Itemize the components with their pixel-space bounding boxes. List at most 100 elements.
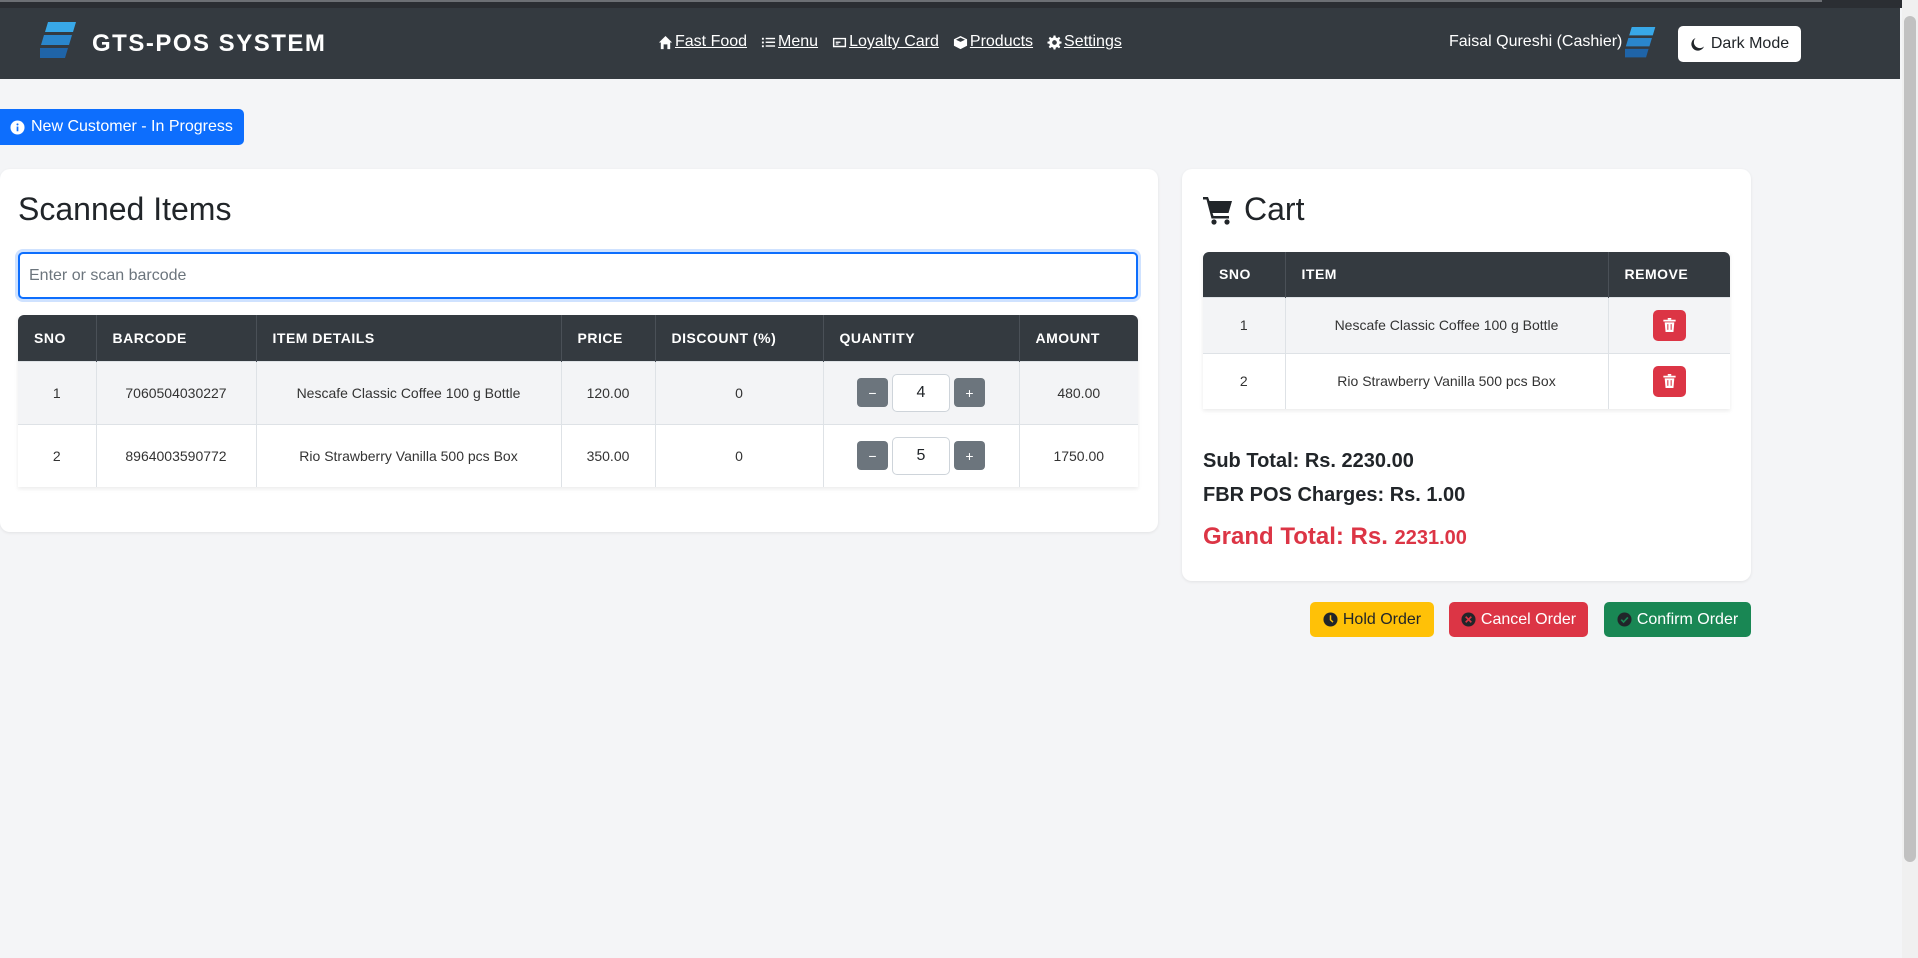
cell-item-details: Nescafe Classic Coffee 100 g Bottle: [256, 360, 562, 424]
gear-icon: [1047, 34, 1062, 50]
nav-link-label: Fast Food: [675, 33, 748, 50]
nav-link-label: Settings: [1064, 33, 1122, 50]
cart-title: Cart: [1202, 191, 1304, 228]
cell-price: 350.00: [561, 423, 656, 487]
home-icon: [658, 35, 673, 49]
info-icon: [10, 119, 25, 135]
cart-icon: [1203, 196, 1232, 225]
brand-logo-icon: [37, 22, 78, 65]
check-circle-icon: [1617, 612, 1632, 627]
navbar: GTS-POS SYSTEM Fast Food Menu Loyalty Ca…: [0, 8, 1900, 79]
user-name: Faisal Qureshi (Cashier): [1449, 33, 1623, 50]
brand-title: GTS-POS SYSTEM: [92, 29, 327, 57]
cell-item: Nescafe Classic Coffee 100 g Bottle: [1285, 296, 1609, 353]
quantity-stepper: − 4 +: [824, 373, 1019, 412]
cart-title-text: Cart: [1244, 191, 1305, 227]
clock-icon: [1323, 612, 1338, 627]
table-header-row: SNO ITEM REMOVE: [1203, 252, 1730, 297]
remove-item-button[interactable]: [1652, 365, 1686, 397]
column-header-item: ITEM: [1285, 252, 1609, 297]
trash-icon: [1663, 318, 1676, 332]
dark-mode-label: Dark Mode: [1710, 35, 1790, 52]
subtotal: Sub Total: Rs. 2230.00: [1203, 450, 1414, 472]
nav-links: Fast Food Menu Loyalty Card Products Set…: [658, 33, 1122, 51]
column-header-discount: DISCOUNT (%): [655, 315, 824, 361]
column-header-amount: AMOUNT: [1019, 315, 1138, 361]
x-circle-icon: [1461, 612, 1476, 627]
card-icon: [833, 37, 847, 47]
grand-total: Grand Total: Rs. 2231.00: [1203, 523, 1467, 551]
cart-table: SNO ITEM REMOVE 1 Nescafe Classic Coffee…: [1203, 252, 1730, 409]
column-header-barcode: BARCODE: [96, 315, 257, 361]
table-row: 1 Nescafe Classic Coffee 100 g Bottle: [1203, 296, 1730, 353]
cell-price: 120.00: [561, 360, 656, 424]
page-scrollbar-thumb[interactable]: [1904, 16, 1916, 862]
nav-link-products[interactable]: Products: [953, 33, 1033, 51]
browser-top-strip: [0, 0, 1918, 8]
cell-sno: 2: [1203, 352, 1286, 409]
decrease-quantity-button[interactable]: −: [857, 441, 888, 471]
brand[interactable]: GTS-POS SYSTEM: [37, 22, 327, 65]
increase-quantity-button[interactable]: +: [954, 378, 985, 407]
table-row: 2 Rio Strawberry Vanilla 500 pcs Box: [1203, 352, 1730, 409]
list-icon: [761, 37, 776, 47]
cell-amount: 480.00: [1019, 360, 1138, 424]
moon-icon: [1691, 37, 1704, 51]
column-header-price: PRICE: [561, 315, 656, 361]
cell-sno: 1: [18, 360, 97, 424]
customer-status-label: New Customer - In Progress: [31, 118, 233, 135]
fbr-pos-charges: FBR POS Charges: Rs. 1.00: [1203, 484, 1466, 506]
hold-order-label: Hold Order: [1342, 610, 1422, 628]
quantity-stepper: − 5 +: [824, 436, 1019, 475]
cell-remove: [1608, 352, 1730, 409]
table-header-row: SNO BARCODE ITEM DETAILS PRICE DISCOUNT …: [18, 315, 1138, 361]
quantity-field[interactable]: 4: [892, 373, 950, 412]
nav-link-label: Products: [969, 33, 1034, 50]
cell-barcode: 8964003590772: [96, 423, 257, 487]
column-header-sno: SNO: [18, 315, 97, 361]
scanned-items-table: SNO BARCODE ITEM DETAILS PRICE DISCOUNT …: [18, 315, 1138, 487]
decrease-quantity-button[interactable]: −: [857, 378, 888, 407]
customer-status-button[interactable]: New Customer - In Progress: [0, 109, 244, 145]
nav-link-menu[interactable]: Menu: [761, 33, 818, 51]
cell-remove: [1608, 296, 1730, 353]
user-avatar-logo-icon: [1622, 26, 1657, 65]
cell-quantity: − 5 +: [823, 423, 1020, 487]
nav-link-settings[interactable]: Settings: [1047, 33, 1122, 51]
scanned-items-card: Scanned Items SNO BARCODE ITEM DETAILS P…: [0, 169, 1158, 532]
barcode-input[interactable]: [18, 252, 1138, 299]
column-header-remove: REMOVE: [1608, 252, 1730, 297]
trash-icon: [1663, 374, 1676, 389]
cancel-order-button[interactable]: Cancel Order: [1449, 602, 1588, 637]
nav-link-fast-food[interactable]: Fast Food: [658, 33, 747, 51]
cell-item-details: Rio Strawberry Vanilla 500 pcs Box: [256, 423, 562, 487]
cell-item: Rio Strawberry Vanilla 500 pcs Box: [1285, 352, 1609, 409]
column-header-item-details: ITEM DETAILS: [256, 315, 562, 361]
column-header-sno: SNO: [1203, 252, 1286, 297]
scanned-items-title: Scanned Items: [18, 191, 232, 227]
nav-link-label: Menu: [778, 33, 819, 50]
confirm-order-label: Confirm Order: [1636, 610, 1739, 628]
cart-card: Cart SNO ITEM REMOVE 1 Nescafe Classic C…: [1182, 169, 1751, 581]
table-row: 1 7060504030227 Nescafe Classic Coffee 1…: [18, 360, 1138, 424]
dark-mode-button[interactable]: Dark Mode: [1678, 26, 1801, 62]
cancel-order-label: Cancel Order: [1480, 610, 1577, 628]
cell-discount[interactable]: 0: [655, 423, 824, 487]
column-header-quantity: QUANTITY: [823, 315, 1020, 361]
cell-barcode: 7060504030227: [96, 360, 257, 424]
nav-link-loyalty-card[interactable]: Loyalty Card: [832, 33, 939, 51]
hold-order-button[interactable]: Hold Order: [1310, 602, 1434, 637]
cell-discount[interactable]: 0: [655, 360, 824, 424]
grand-total-amount: 2231.00: [1394, 527, 1467, 549]
box-icon: [953, 35, 967, 49]
table-row: 2 8964003590772 Rio Strawberry Vanilla 5…: [18, 423, 1138, 487]
increase-quantity-button[interactable]: +: [954, 441, 985, 471]
grand-total-label: Grand Total: Rs.: [1203, 523, 1388, 550]
cell-sno: 2: [18, 423, 97, 487]
cell-amount: 1750.00: [1019, 423, 1138, 487]
confirm-order-button[interactable]: Confirm Order: [1604, 602, 1751, 637]
cell-quantity: − 4 +: [823, 360, 1020, 424]
quantity-field[interactable]: 5: [892, 436, 950, 475]
nav-link-label: Loyalty Card: [849, 33, 939, 50]
remove-item-button[interactable]: [1652, 309, 1686, 341]
